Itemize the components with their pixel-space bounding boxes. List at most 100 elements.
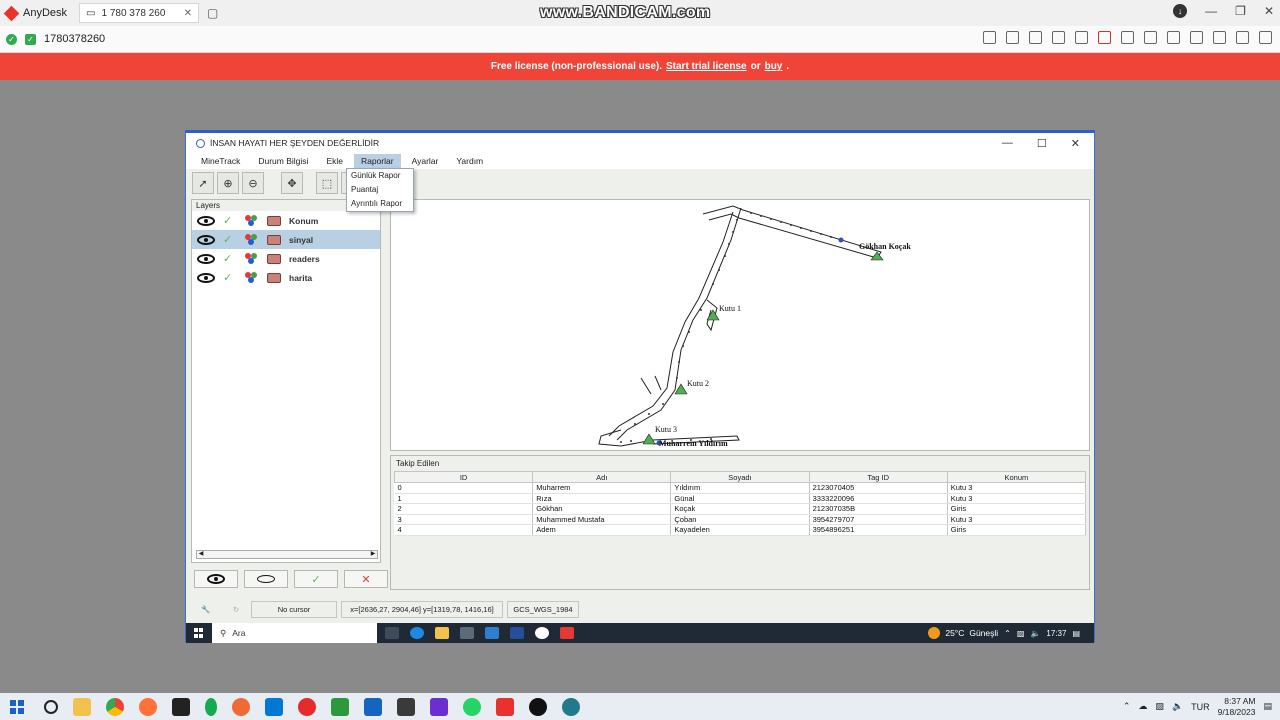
table-row[interactable]: 4 Adem Kayadelen 3954896251 Giris [394,524,1087,536]
table-row[interactable]: 0 Muharrem Yıldırım 2123070405 Kutu 3 [394,482,1087,494]
table-row[interactable]: 3 Muhammed Mustafa Çoban 3954279707 Kutu… [394,514,1087,525]
layer-row-harita[interactable]: ✓ harita [192,268,380,287]
menu-item-gunluk-rapor[interactable]: Günlük Rapor [347,169,413,183]
display-icon[interactable] [1098,31,1111,44]
column-header-id[interactable]: ID [393,471,534,483]
scroll-right-icon[interactable]: ▶ [369,551,377,558]
menu-yardim[interactable]: Yardım [449,154,490,168]
evernote-icon[interactable] [331,697,349,716]
crs-status[interactable]: GCS_WGS_1984 [507,600,579,618]
new-tab-icon[interactable]: ▢ [207,6,218,20]
file-explorer-icon[interactable] [73,697,91,716]
remote-clock[interactable]: 17:37 [1046,629,1066,638]
speaker-icon[interactable]: 🔈 [1030,629,1040,638]
postman-icon[interactable] [232,697,250,716]
column-header-tag-id[interactable]: Tag ID [808,471,948,483]
layer-row-sinyal[interactable]: ✓ sinyal [192,230,380,249]
show-layer-button[interactable] [194,570,238,588]
hourglass-icon[interactable] [1006,31,1019,44]
close-tab-icon[interactable]: ✕ [184,8,192,19]
cloud-icon[interactable]: ☁ [1138,701,1147,712]
menu-durum-bilgisi[interactable]: Durum Bilgisi [251,154,315,168]
check-icon[interactable]: ✓ [223,252,237,265]
refresh-icon[interactable]: ↻ [225,600,247,618]
table-row[interactable]: 2 Gökhan Koçak 212307035B Giris [394,503,1087,515]
firefox-icon[interactable] [139,697,157,716]
layer-style-icon[interactable] [267,253,281,264]
color-icon[interactable] [245,271,259,284]
search-icon[interactable] [44,699,58,714]
layers-scrollbar[interactable]: ◀ ▶ [196,550,378,559]
enable-layer-button[interactable]: ✓ [294,570,338,588]
window-minimize-button[interactable]: — [1002,137,1013,150]
record-icon[interactable] [1213,31,1226,44]
layer-style-icon[interactable] [267,272,281,283]
opera-icon[interactable] [298,697,316,716]
speaker-icon[interactable]: 🔈 [1172,701,1183,712]
code-editor-icon[interactable] [397,697,415,716]
monitor-icon[interactable] [1121,31,1134,44]
buy-link[interactable]: buy [765,61,783,72]
column-header-soyadi[interactable]: Soyadı [670,471,810,483]
anydesk-app-icon[interactable] [496,697,514,716]
file-transfer-icon[interactable] [1075,31,1088,44]
minimize-button[interactable]: — [1205,4,1217,18]
app-icon-teal[interactable] [562,697,580,716]
restore-button[interactable]: ❐ [1235,4,1246,18]
notification-icon[interactable]: ▤ [1263,701,1272,712]
eye-icon[interactable] [197,215,215,226]
table-row[interactable]: 1 Rıza Günal 3333220096 Kutu 3 [394,493,1087,504]
mail-icon[interactable] [485,627,499,639]
menu-minetrack[interactable]: MineTrack [194,154,247,168]
wrench-icon[interactable]: 🔧 [191,600,221,618]
chevron-up-icon[interactable]: ⌃ [1004,629,1011,638]
app-icon-java[interactable] [510,627,524,639]
eye-icon[interactable] [197,253,215,264]
color-icon[interactable] [245,233,259,246]
network-icon[interactable]: ▨ [1017,629,1025,638]
check-icon[interactable]: ✓ [223,271,237,284]
remote-search-box[interactable]: ⚲ Ara [212,623,377,643]
layer-row-readers[interactable]: ✓ readers [192,249,380,268]
layer-style-icon[interactable] [267,234,281,245]
task-view-icon[interactable] [385,627,399,639]
download-icon[interactable]: ↓ [1173,4,1188,18]
remove-layer-button[interactable]: ✕ [344,570,388,588]
column-header-adi[interactable]: Adı [532,471,672,483]
outlook-icon[interactable] [364,697,382,716]
chrome-icon[interactable] [106,697,124,716]
network-icon[interactable]: ▨ [1155,701,1164,712]
start-trial-link[interactable]: Start trial license [666,61,747,72]
weather-widget[interactable]: 25°C Güneşli [928,627,1004,639]
window-maximize-button[interactable]: ☐ [1037,137,1047,150]
terminal-icon[interactable] [172,697,190,716]
windows-start-icon[interactable] [194,628,204,638]
session-tab[interactable]: ▭ 1 780 378 260 ✕ [79,3,200,23]
window-close-button[interactable]: ✕ [1071,137,1080,150]
eye-icon[interactable] [197,272,215,283]
map-view[interactable]: Gökhan Koçak Kutu 1 Kutu 2 Kutu 3 Muharr… [390,199,1090,451]
chevron-up-icon[interactable]: ⌃ [1123,701,1131,712]
check-icon[interactable]: ✓ [223,214,237,227]
menu-item-ayrintili-rapor[interactable]: Ayrıntılı Rapor [347,197,413,211]
column-header-konum[interactable]: Konum [946,471,1087,483]
menu-icon[interactable] [1259,31,1272,44]
intellij-icon[interactable] [430,697,448,716]
menu-item-puantaj[interactable]: Puantaj [347,183,413,197]
anydesk-taskbar-icon[interactable] [560,627,574,639]
star-icon[interactable] [1052,31,1065,44]
pan-icon[interactable]: ✥ [281,172,303,194]
check-icon[interactable]: ✓ [223,233,237,246]
whatsapp-icon[interactable] [463,697,481,716]
chat-icon[interactable] [983,31,996,44]
hide-layer-button[interactable] [244,570,288,588]
color-icon[interactable] [245,214,259,227]
edge-icon[interactable] [410,627,424,639]
local-clock[interactable]: 8:37 AM 9/18/2023 [1218,696,1256,718]
store-icon[interactable] [460,627,474,639]
language-indicator[interactable]: TUR [1191,702,1210,712]
scroll-left-icon[interactable]: ◀ [197,551,205,558]
close-button[interactable]: ✕ [1264,4,1274,18]
vscode-icon[interactable] [265,697,283,716]
zoom-out-icon[interactable]: ⊖ [242,172,264,194]
